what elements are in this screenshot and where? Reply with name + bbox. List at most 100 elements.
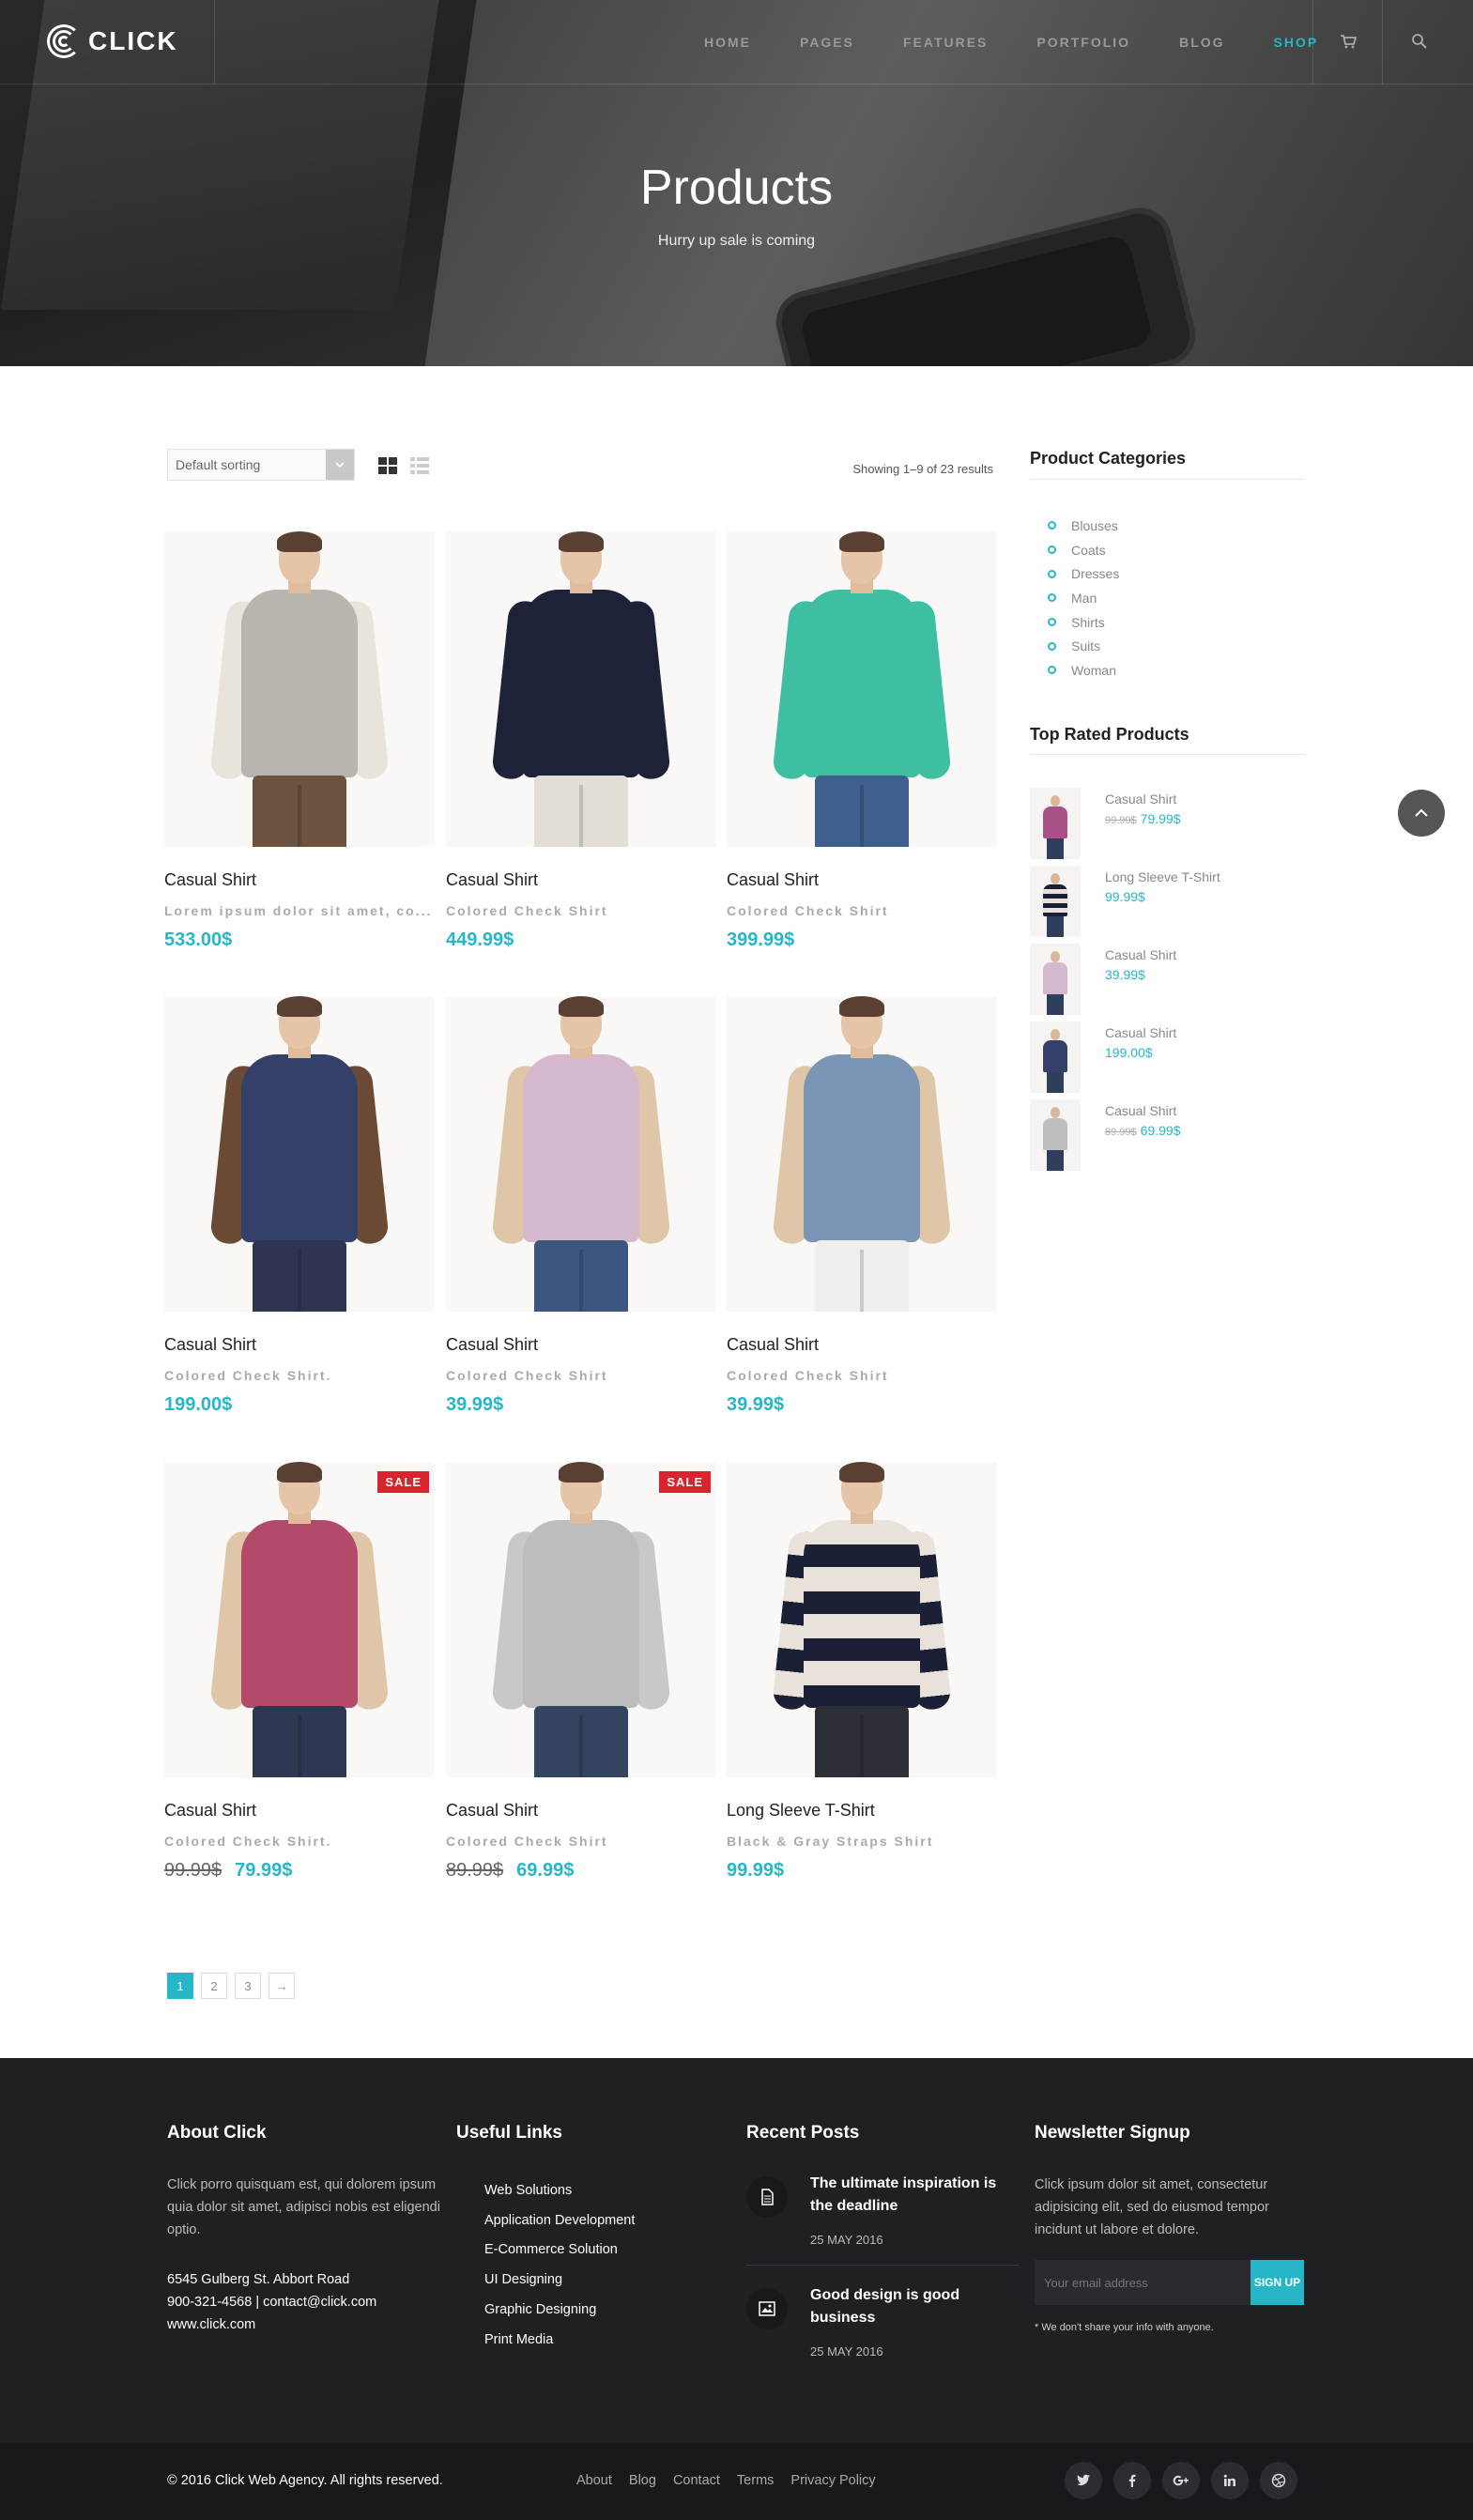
scroll-to-top-button[interactable]: [1398, 790, 1445, 837]
nav-features[interactable]: FEATURES: [903, 35, 988, 50]
product-card[interactable]: SALE Casual Shirt Colored Check Shirt 89.99…: [446, 1462, 716, 1881]
product-price: 533.00$: [164, 930, 232, 951]
next-page-button[interactable]: →: [269, 1973, 295, 1999]
top-rated-thumbnail[interactable]: [1030, 866, 1081, 937]
top-rated-item[interactable]: Casual Shirt 39.99$: [1030, 944, 1305, 1015]
nav-portfolio[interactable]: PORTFOLIO: [1036, 35, 1130, 50]
top-rated-name[interactable]: Long Sleeve T-Shirt: [1105, 869, 1220, 884]
product-card[interactable]: Casual Shirt Colored Check Shirt 39.99$: [446, 996, 716, 1415]
search-icon[interactable]: [1410, 32, 1429, 51]
top-rated-name[interactable]: Casual Shirt: [1105, 1103, 1176, 1118]
recent-post[interactable]: The ultimate inspiration is the deadline…: [746, 2171, 1019, 2268]
page-2-button[interactable]: 2: [201, 1973, 227, 1999]
recent-post-title[interactable]: Good design is good business: [810, 2284, 1012, 2329]
product-name[interactable]: Long Sleeve T-Shirt: [727, 1801, 875, 1821]
product-card[interactable]: Long Sleeve T-Shirt Black & Gray Straps S…: [727, 1462, 997, 1881]
top-rated-current-price: 199.00$: [1105, 1045, 1153, 1060]
bottom-link-blog[interactable]: Blog: [629, 2473, 656, 2488]
product-image[interactable]: [164, 996, 435, 1312]
logo[interactable]: CLICK: [47, 21, 178, 62]
product-image[interactable]: [727, 1462, 997, 1777]
top-rated-current-price: 79.99$: [1140, 811, 1181, 826]
product-image[interactable]: [446, 996, 716, 1312]
product-image[interactable]: [727, 531, 997, 847]
product-image[interactable]: SALE: [164, 1462, 435, 1777]
product-name[interactable]: Casual Shirt: [727, 1335, 819, 1355]
nav-pages[interactable]: PAGES: [800, 35, 854, 50]
footer: [0, 2058, 1473, 2443]
category-item[interactable]: Suits: [1048, 634, 1119, 658]
product-card[interactable]: Casual Shirt Colored Check Shirt. 199.00$: [164, 996, 435, 1415]
copyright: © 2016 Click Web Agency. All rights rese…: [167, 2473, 443, 2488]
page-1-button[interactable]: 1: [167, 1973, 193, 1999]
top-rated-name[interactable]: Casual Shirt: [1105, 947, 1176, 962]
top-rated-current-price: 69.99$: [1140, 1123, 1181, 1138]
google-plus-icon[interactable]: [1162, 2462, 1200, 2499]
top-rated-name[interactable]: Casual Shirt: [1105, 791, 1176, 807]
product-image[interactable]: [727, 996, 997, 1312]
footer-link[interactable]: Web Solutions: [484, 2175, 635, 2205]
footer-contact: 900-321-4568 | contact@click.com: [167, 2295, 377, 2310]
footer-link[interactable]: Print Media: [484, 2325, 635, 2355]
product-card[interactable]: Casual Shirt Lorem ipsum dolor sit amet, …: [164, 531, 435, 950]
product-name[interactable]: Casual Shirt: [446, 1335, 538, 1355]
product-image[interactable]: SALE: [446, 1462, 716, 1777]
footer-link[interactable]: Graphic Designing: [484, 2295, 635, 2325]
bottom-link-terms[interactable]: Terms: [737, 2473, 774, 2488]
dribbble-icon[interactable]: [1260, 2462, 1297, 2499]
bottom-link-privacy[interactable]: Privacy Policy: [790, 2473, 875, 2488]
category-item[interactable]: Dresses: [1048, 561, 1119, 586]
linkedin-icon[interactable]: [1211, 2462, 1249, 2499]
footer-link[interactable]: E-Commerce Solution: [484, 2236, 635, 2266]
logo-text: CLICK: [88, 26, 178, 55]
category-item[interactable]: Man: [1048, 586, 1119, 610]
product-image[interactable]: [446, 531, 716, 847]
twitter-icon[interactable]: [1065, 2462, 1102, 2499]
product-image[interactable]: [164, 531, 435, 847]
product-name[interactable]: Casual Shirt: [446, 870, 538, 890]
page-3-button[interactable]: 3: [235, 1973, 261, 1999]
sort-select[interactable]: Default sorting: [167, 449, 355, 481]
top-rated-thumbnail[interactable]: [1030, 788, 1081, 859]
top-rated-thumbnail[interactable]: [1030, 1099, 1081, 1171]
top-rated-item[interactable]: Casual Shirt 89.99$ 69.99$: [1030, 1099, 1305, 1171]
list-view-icon[interactable]: [409, 455, 430, 476]
product-card[interactable]: SALE Casual Shirt Colored Check Shirt. 99.9…: [164, 1462, 435, 1881]
product-name[interactable]: Casual Shirt: [164, 1335, 256, 1355]
top-rated-name[interactable]: Casual Shirt: [1105, 1025, 1176, 1040]
recent-post-title[interactable]: The ultimate inspiration is the deadline: [810, 2173, 1012, 2218]
product-name[interactable]: Casual Shirt: [164, 1801, 256, 1821]
nav-blog[interactable]: BLOG: [1179, 35, 1224, 50]
footer-links-heading: Useful Links: [456, 2123, 562, 2143]
grid-view-icon[interactable]: [377, 455, 398, 476]
newsletter-email-input[interactable]: [1035, 2260, 1251, 2305]
top-rated-item[interactable]: Long Sleeve T-Shirt 99.99$: [1030, 866, 1305, 937]
recent-post-date: 25 MAY 2016: [810, 2344, 883, 2359]
facebook-icon[interactable]: [1113, 2462, 1151, 2499]
footer-link[interactable]: Application Development: [484, 2205, 635, 2236]
product-card[interactable]: Casual Shirt Colored Check Shirt 399.99$: [727, 531, 997, 950]
footer-website[interactable]: www.click.com: [167, 2313, 255, 2336]
product-card[interactable]: Casual Shirt Colored Check Shirt 449.99$: [446, 531, 716, 950]
recent-post[interactable]: Good design is good business 25 MAY 2016: [746, 2282, 1019, 2380]
product-name[interactable]: Casual Shirt: [164, 870, 256, 890]
top-rated-item[interactable]: Casual Shirt 99.99$ 79.99$: [1030, 788, 1305, 859]
category-item[interactable]: Coats: [1048, 538, 1119, 562]
category-item[interactable]: Woman: [1048, 658, 1119, 683]
product-name[interactable]: Casual Shirt: [727, 870, 819, 890]
nav-home[interactable]: HOME: [704, 35, 751, 50]
product-current-price: 199.00$: [164, 1394, 233, 1415]
cart-icon[interactable]: [1339, 32, 1358, 51]
newsletter-signup-button[interactable]: SIGN UP: [1251, 2260, 1304, 2305]
product-name[interactable]: Casual Shirt: [446, 1801, 538, 1821]
top-rated-thumbnail[interactable]: [1030, 1022, 1081, 1093]
top-rated-item[interactable]: Casual Shirt 199.00$: [1030, 1022, 1305, 1093]
footer-link[interactable]: UI Designing: [484, 2265, 635, 2295]
bottom-link-about[interactable]: About: [576, 2473, 612, 2488]
product-price: 89.99$ 69.99$: [446, 1860, 574, 1882]
bottom-link-contact[interactable]: Contact: [673, 2473, 720, 2488]
category-item[interactable]: Blouses: [1048, 514, 1119, 538]
top-rated-thumbnail[interactable]: [1030, 944, 1081, 1015]
product-card[interactable]: Casual Shirt Colored Check Shirt 39.99$: [727, 996, 997, 1415]
category-item[interactable]: Shirts: [1048, 610, 1119, 635]
